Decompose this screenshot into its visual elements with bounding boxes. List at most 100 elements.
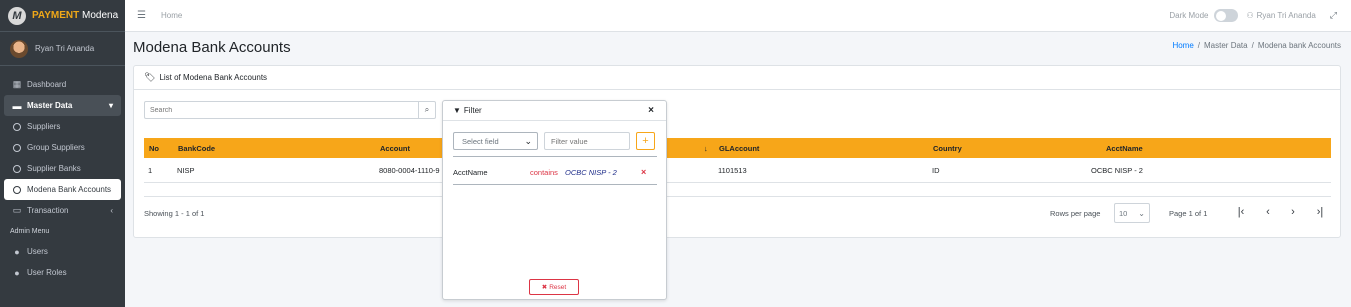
- card-title: List of Modena Bank Accounts: [159, 73, 268, 82]
- id-card-icon: ▭: [12, 205, 22, 215]
- hamburger-icon[interactable]: ☰: [137, 10, 146, 21]
- sidebar-item-supplier-banks[interactable]: Supplier Banks: [4, 158, 121, 179]
- user-icon: ⚇: [1246, 11, 1254, 20]
- sort-desc-icon[interactable]: ↓: [704, 144, 708, 153]
- sidebar-header-admin: Admin Menu: [10, 227, 50, 235]
- user-panel[interactable]: Ryan Tri Ananda: [0, 32, 125, 66]
- divider: [144, 196, 1331, 197]
- showing-count: Showing 1 - 1 of 1: [144, 209, 205, 218]
- sidebar-item-label: Users: [27, 247, 48, 256]
- sidebar-item-transaction[interactable]: ▭ Transaction ‹: [4, 200, 121, 221]
- rule-field: AcctName: [453, 168, 488, 177]
- cell-no: 1: [148, 166, 153, 175]
- sidebar-item-master-data[interactable]: ▬ Master Data ▾: [4, 95, 121, 116]
- add-filter-button[interactable]: +: [636, 132, 655, 150]
- circle-icon: [12, 122, 22, 131]
- first-page-icon[interactable]: |‹: [1234, 206, 1248, 218]
- prev-page-icon[interactable]: ‹: [1261, 206, 1275, 218]
- brand-logo: M: [8, 6, 26, 25]
- sidebar-item-users[interactable]: ● Users: [4, 241, 121, 262]
- table-row[interactable]: 1 NISP 8080-0004-1110-9 1101513 ID OCBC …: [144, 159, 1331, 183]
- rows-per-page-label: Rows per page: [1050, 209, 1101, 218]
- rule-operator: contains: [530, 168, 558, 177]
- sidebar-item-label: User Roles: [27, 268, 67, 277]
- sidebar-item-group-suppliers[interactable]: Group Suppliers: [4, 137, 121, 158]
- reset-button[interactable]: ✖ Reset: [529, 279, 579, 295]
- sidebar-item-user-roles[interactable]: ● User Roles: [4, 262, 121, 283]
- sidebar-item-label: Supplier Banks: [27, 164, 81, 173]
- cell-country: ID: [932, 166, 940, 175]
- sidebar-item-label: Modena Bank Accounts: [27, 185, 112, 194]
- page-title: Modena Bank Accounts: [133, 39, 291, 56]
- brand-name-rest: Modena: [82, 10, 119, 21]
- cell-bankcode: NISP: [177, 166, 195, 175]
- cell-acctname: OCBC NISP - 2: [1091, 166, 1143, 175]
- next-page-icon[interactable]: ›: [1286, 206, 1300, 218]
- filter-title: Filter: [463, 106, 482, 115]
- sidebar-nav: ▦ Dashboard ▬ Master Data ▾ Suppliers Gr…: [0, 66, 125, 283]
- col-no[interactable]: No: [149, 144, 159, 153]
- bank-accounts-card: 🏷 List of Modena Bank Accounts ⌕ No Bank…: [133, 65, 1341, 238]
- home-link[interactable]: Home: [161, 11, 182, 20]
- sidebar-item-label: Transaction: [27, 206, 69, 215]
- filter-popup: ▼ Filter × Select field ⌄ + AcctName con…: [442, 100, 667, 300]
- search-box: ⌕: [144, 101, 436, 119]
- dark-mode-label: Dark Mode: [1169, 11, 1209, 20]
- user-name: Ryan Tri Ananda: [35, 44, 95, 53]
- close-icon[interactable]: ×: [648, 105, 654, 116]
- breadcrumb-sep: /: [1197, 41, 1201, 50]
- circle-icon: [12, 185, 22, 194]
- user-gear-icon: ●: [14, 267, 20, 278]
- rows-per-page-value: 10: [1119, 208, 1128, 218]
- sidebar-item-dashboard[interactable]: ▦ Dashboard: [4, 74, 121, 95]
- col-account[interactable]: Account: [380, 144, 410, 153]
- filter-header: ▼ Filter ×: [443, 101, 666, 121]
- brand-text: PAYMENT Modena: [32, 10, 118, 21]
- sidebar-item-label: Group Suppliers: [27, 143, 85, 152]
- fullscreen-icon[interactable]: ⤢: [1330, 10, 1337, 21]
- filter-icon: ▼: [453, 106, 461, 115]
- close-icon: ✖: [541, 284, 548, 291]
- drive-icon: ▬: [12, 100, 22, 111]
- field-select-value: Select field: [462, 136, 499, 146]
- dark-mode-toggle[interactable]: [1214, 9, 1239, 22]
- search-icon[interactable]: ⌕: [418, 102, 435, 118]
- sidebar-item-label: Dashboard: [27, 80, 67, 89]
- chevron-down-icon: ⌄: [1138, 208, 1145, 218]
- divider: [453, 156, 657, 157]
- field-select[interactable]: Select field ⌄: [453, 132, 538, 150]
- sidebar-item-suppliers[interactable]: Suppliers: [4, 116, 121, 137]
- filter-value-input[interactable]: [545, 133, 629, 149]
- sidebar-item-modena-bank-accounts[interactable]: Modena Bank Accounts: [4, 179, 121, 200]
- cell-glaccount: 1101513: [718, 166, 747, 175]
- breadcrumb-sep: /: [1251, 41, 1254, 50]
- col-bankcode[interactable]: BankCode: [178, 144, 215, 153]
- topbar: ☰ Home Dark Mode ⚇ Ryan Tri Ananda ⤢: [125, 0, 1351, 32]
- tags-icon: 🏷: [144, 72, 156, 82]
- breadcrumb-home[interactable]: Home: [1172, 41, 1193, 50]
- breadcrumb: Home / Master Data / Modena bank Account…: [1172, 41, 1341, 50]
- rows-per-page-select[interactable]: 10 ⌄: [1114, 203, 1150, 223]
- topbar-user-name[interactable]: Ryan Tri Ananda: [1257, 11, 1316, 20]
- avatar: [10, 39, 28, 58]
- col-glaccount[interactable]: GLAccount: [719, 144, 759, 153]
- remove-rule-icon[interactable]: ×: [641, 167, 646, 177]
- sidebar-item-label: Suppliers: [27, 122, 61, 131]
- brand-name-bold: PAYMENT: [32, 10, 80, 21]
- grid-icon: ▦: [12, 79, 22, 89]
- table-header: No BankCode Account ↓ GLAccount Country …: [144, 138, 1331, 158]
- reset-label: Reset: [549, 283, 567, 291]
- divider: [453, 184, 657, 185]
- last-page-icon[interactable]: ›|: [1313, 206, 1327, 218]
- circle-icon: [12, 164, 22, 173]
- filter-value-wrap: [544, 132, 630, 150]
- card-header: 🏷 List of Modena Bank Accounts: [134, 66, 1340, 90]
- col-country[interactable]: Country: [933, 144, 962, 153]
- sidebar: M PAYMENT Modena Ryan Tri Ananda ▦ Dashb…: [0, 0, 125, 307]
- cell-account: 8080-0004-1110-9: [379, 166, 440, 175]
- col-acctname[interactable]: AcctName: [1106, 144, 1143, 153]
- breadcrumb-master-data: Master Data: [1204, 41, 1248, 50]
- brand[interactable]: M PAYMENT Modena: [0, 0, 125, 32]
- search-input[interactable]: [145, 103, 418, 117]
- topbar-right: Dark Mode ⚇ Ryan Tri Ananda ⤢: [1169, 9, 1337, 22]
